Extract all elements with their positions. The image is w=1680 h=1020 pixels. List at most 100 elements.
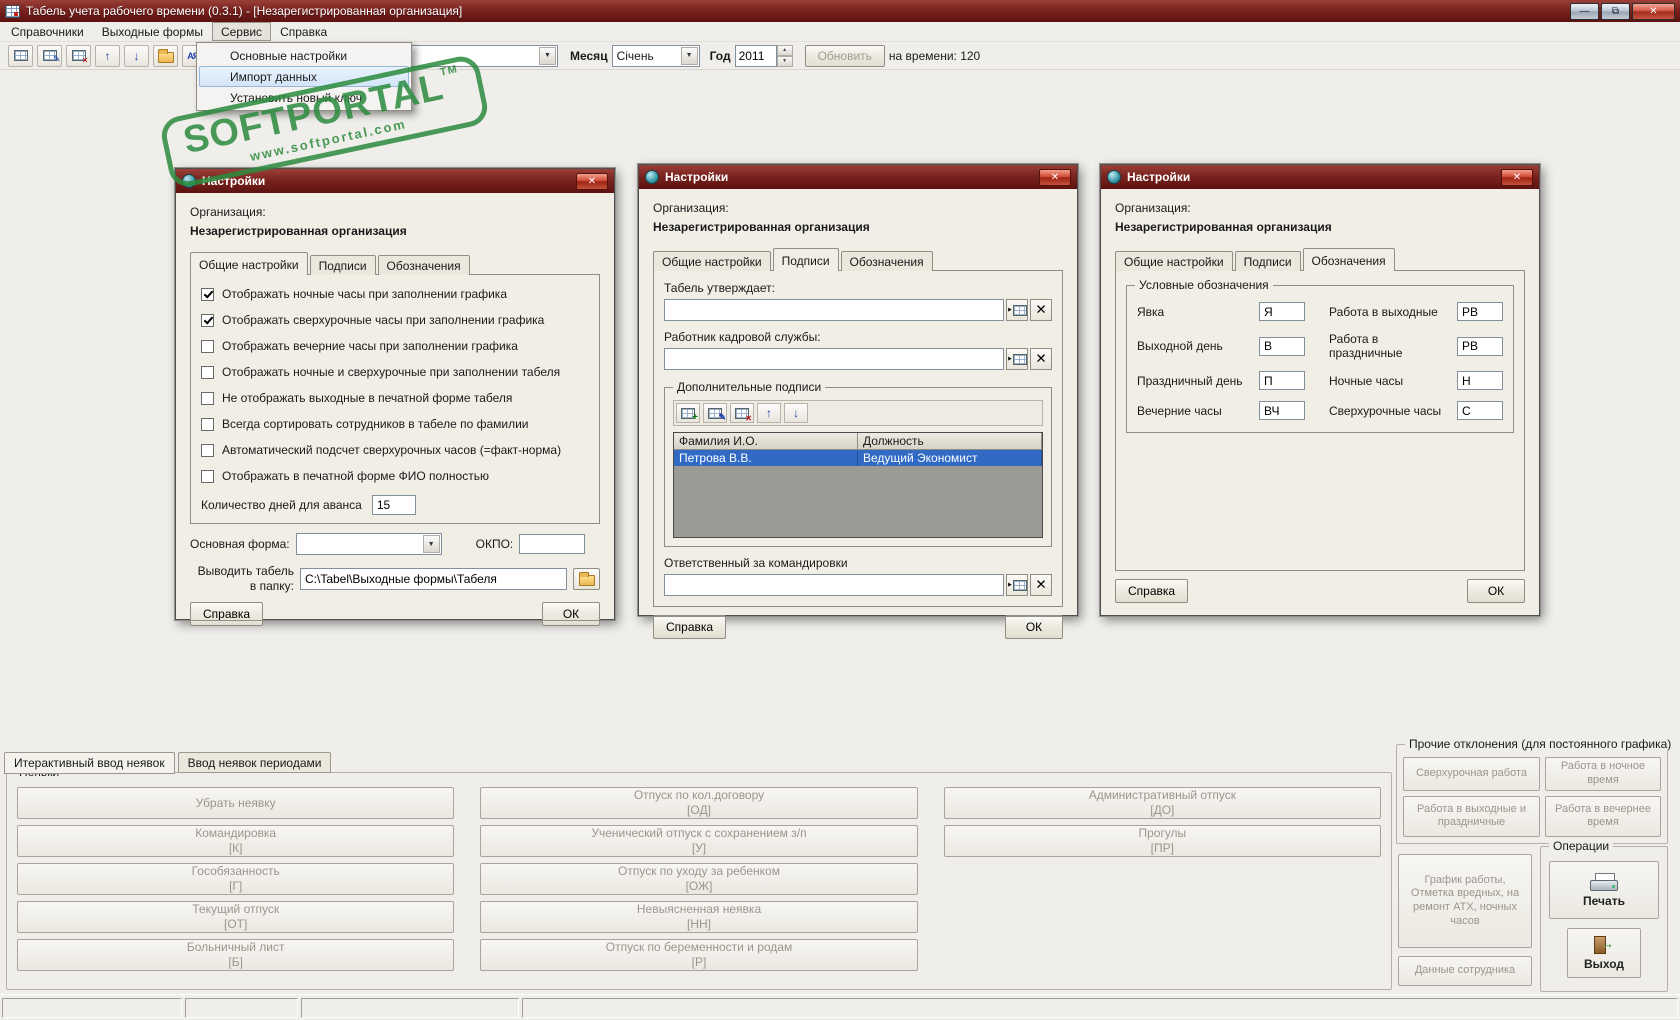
tab-signs[interactable]: Подписи <box>309 255 376 275</box>
pick-from-list-button[interactable]: ‣ <box>1006 299 1028 321</box>
absence-state-duty-button[interactable]: Гособязанность [Г] <box>17 863 455 895</box>
column-header[interactable]: Фамилия И.О. <box>674 433 858 450</box>
menu-servis[interactable]: Сервис <box>211 22 272 41</box>
tab-period-absence[interactable]: Ввод неявок периодами <box>177 752 332 773</box>
tab-legend[interactable]: Обозначения <box>1302 248 1395 271</box>
absence-collective-vacation-button[interactable]: Отпуск по кол.договору [ОД] <box>480 787 918 819</box>
chevron-down-icon[interactable]: ▼ <box>422 535 440 553</box>
ok-button[interactable]: ОК <box>1005 615 1063 639</box>
year-input[interactable] <box>734 44 777 67</box>
tab-general[interactable]: Общие настройки <box>653 251 771 271</box>
checkbox-row[interactable]: Отображать вечерние часы при заполнении … <box>201 339 589 353</box>
close-icon[interactable]: ✕ <box>1039 168 1071 186</box>
chevron-down-icon[interactable]: ▼ <box>680 46 698 65</box>
checkbox-row[interactable]: Отображать сверхурочные часы при заполне… <box>201 313 589 327</box>
minimize-button[interactable]: — <box>1570 2 1599 20</box>
column-header[interactable]: Должность <box>858 433 1042 450</box>
tab-general[interactable]: Общие настройки <box>190 252 308 275</box>
menu-vyhodnye-formy[interactable]: Выходные формы <box>93 22 212 41</box>
work-schedule-button[interactable]: График работы, Отметка вредных, на ремон… <box>1398 854 1532 948</box>
titlebar[interactable]: Табель учета рабочего времени (0.3.1) - … <box>0 0 1680 22</box>
dialog-titlebar[interactable]: Настройки ✕ <box>1101 165 1539 189</box>
ok-button[interactable]: ОК <box>1467 579 1525 603</box>
pick-from-list-button[interactable]: ‣ <box>1006 348 1028 370</box>
edit-row-icon[interactable] <box>703 403 727 423</box>
weekend-holiday-work-button[interactable]: Работа в выходные и праздничные <box>1403 795 1540 837</box>
main-form-combo[interactable]: ▼ <box>295 533 442 555</box>
legend-input[interactable] <box>1457 401 1503 420</box>
absence-truancy-button[interactable]: Прогулы [ПР] <box>943 825 1381 857</box>
tab-general[interactable]: Общие настройки <box>1115 251 1233 271</box>
close-icon[interactable]: ✕ <box>576 172 608 190</box>
absence-study-vacation-button[interactable]: Ученический отпуск с сохранением з/п [У] <box>480 825 918 857</box>
help-button[interactable]: Справка <box>190 602 264 626</box>
absence-unexplained-button[interactable]: Невыясненная неявка [НН] <box>480 901 918 933</box>
absence-remove-button[interactable]: Убрать неявку <box>17 787 455 819</box>
help-button[interactable]: Справка <box>653 615 727 639</box>
add-row-icon[interactable] <box>676 403 700 423</box>
move-up-icon[interactable]: ↑ <box>757 403 781 423</box>
row-down-icon[interactable]: ↓ <box>124 44 149 67</box>
clear-button[interactable]: ✕ <box>1030 574 1052 596</box>
legend-input[interactable] <box>1259 302 1305 321</box>
spin-up-icon[interactable]: ▲ <box>776 44 793 56</box>
checkbox[interactable] <box>201 469 214 483</box>
checkbox-row[interactable]: Всегда сортировать сотрудников в табеле … <box>201 417 589 431</box>
tab-legend[interactable]: Обозначения <box>377 255 470 275</box>
tab-interactive-absence[interactable]: Итерактивный ввод неявок <box>4 752 175 774</box>
checkbox[interactable] <box>201 365 214 379</box>
menu-item-main-settings[interactable]: Основные настройки <box>199 45 409 66</box>
tab-signs[interactable]: Подписи <box>772 248 839 271</box>
table-icon[interactable] <box>8 44 33 67</box>
overtime-work-button[interactable]: Сверхурочная работа <box>1403 757 1540 791</box>
table-edit-icon[interactable] <box>37 44 62 67</box>
approves-input[interactable] <box>664 299 1004 321</box>
delete-row-icon[interactable] <box>730 403 754 423</box>
help-button[interactable]: Справка <box>1115 579 1189 603</box>
checkbox-row[interactable]: Отображать ночные и сверхурочные при зап… <box>201 365 589 379</box>
hr-input[interactable] <box>664 348 1004 370</box>
legend-input[interactable] <box>1457 336 1503 356</box>
absence-current-vacation-button[interactable]: Текущий отпуск [ОТ] <box>17 901 455 933</box>
ok-button[interactable]: ОК <box>542 602 600 626</box>
dialog-titlebar[interactable]: Настройки ✕ <box>176 169 614 193</box>
chevron-down-icon[interactable]: ▼ <box>539 46 556 65</box>
table-delete-icon[interactable] <box>66 44 91 67</box>
refresh-button[interactable]: Обновить <box>804 44 885 67</box>
row-up-icon[interactable]: ↑ <box>95 44 120 67</box>
menu-item-import-data[interactable]: Импорт данных <box>199 66 409 87</box>
month-combo[interactable]: Січень ▼ <box>611 44 700 67</box>
absence-business-trip-button[interactable]: Командировка [К] <box>17 825 455 857</box>
checkbox[interactable] <box>201 313 214 327</box>
browse-folder-button[interactable] <box>573 568 600 590</box>
checkbox[interactable] <box>201 417 214 431</box>
move-down-icon[interactable]: ↓ <box>784 403 808 423</box>
legend-input[interactable] <box>1457 371 1503 390</box>
trips-input[interactable] <box>664 574 1004 596</box>
checkbox[interactable] <box>201 443 214 457</box>
checkbox[interactable] <box>201 391 214 405</box>
legend-input[interactable] <box>1259 371 1305 390</box>
exit-button[interactable]: → Выход <box>1567 928 1641 978</box>
legend-input[interactable] <box>1259 401 1305 420</box>
checkbox-row[interactable]: Не отображать выходные в печатной форме … <box>201 391 589 405</box>
pick-from-list-button[interactable]: ‣ <box>1006 574 1028 596</box>
print-button[interactable]: Печать <box>1549 861 1659 919</box>
clear-button[interactable]: ✕ <box>1030 348 1052 370</box>
dialog-titlebar[interactable]: Настройки ✕ <box>639 165 1077 189</box>
legend-input[interactable] <box>1259 336 1305 356</box>
checkbox-row[interactable]: Автоматический подсчет сверхурочных часо… <box>201 443 589 457</box>
clear-button[interactable]: ✕ <box>1030 299 1052 321</box>
spin-down-icon[interactable]: ▼ <box>776 55 793 67</box>
checkbox-row[interactable]: Отображать ночные часы при заполнении гр… <box>201 287 589 301</box>
close-button[interactable]: ✕ <box>1632 2 1675 20</box>
night-work-button[interactable]: Работа в ночное время <box>1545 757 1661 791</box>
absence-maternity-button[interactable]: Отпуск по беременности и родам [Р] <box>480 939 918 971</box>
open-folder-icon[interactable] <box>153 44 178 67</box>
close-icon[interactable]: ✕ <box>1501 168 1533 186</box>
menu-item-install-key[interactable]: Установить новый ключ <box>199 87 409 108</box>
restore-button[interactable]: ⧉ <box>1601 2 1630 20</box>
checkbox[interactable] <box>201 287 214 301</box>
checkbox-row[interactable]: Отображать в печатной форме ФИО полность… <box>201 469 589 483</box>
output-folder-input[interactable] <box>300 568 567 590</box>
